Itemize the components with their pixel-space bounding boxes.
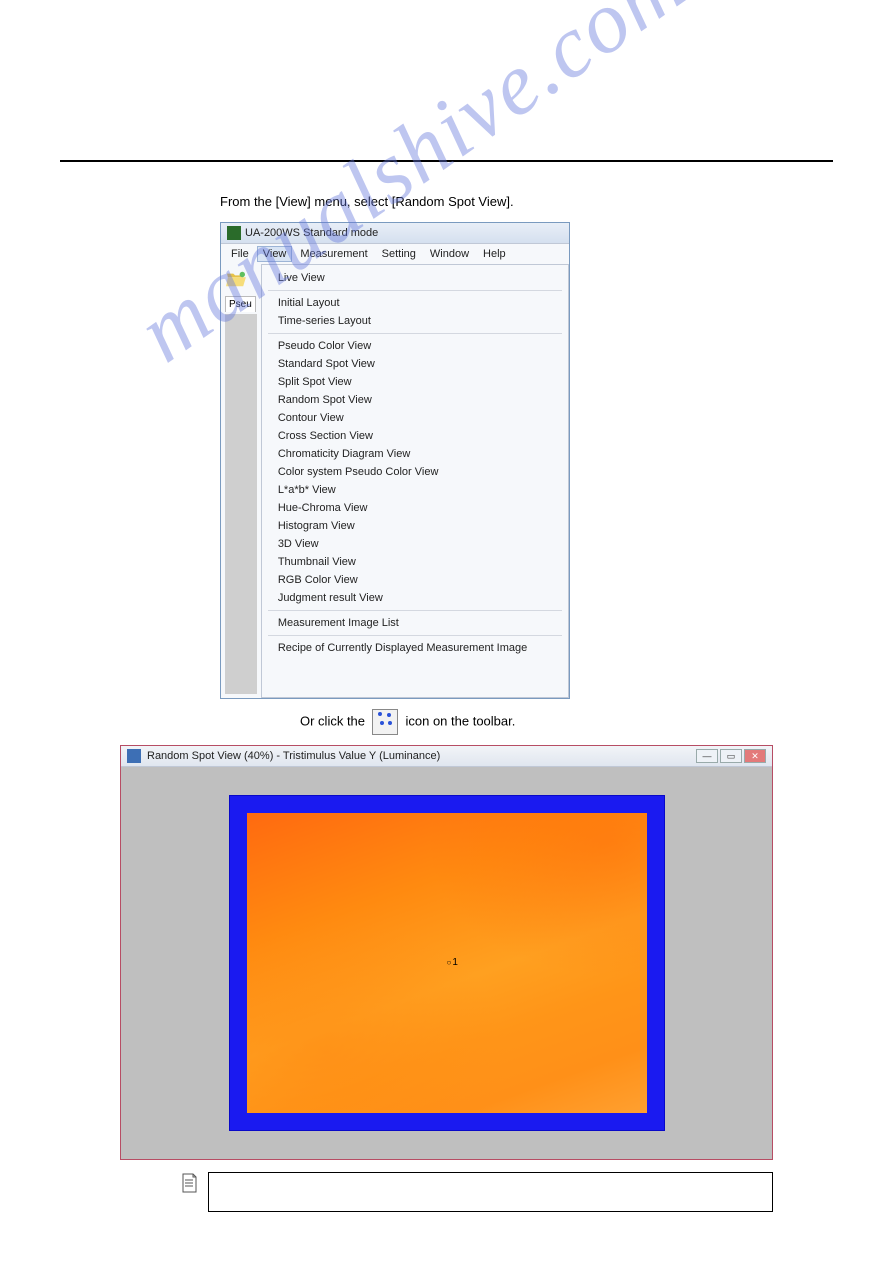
dd-contour-view[interactable]: Contour View xyxy=(262,409,568,427)
dd-standard-spot-view[interactable]: Standard Spot View xyxy=(262,355,568,373)
rsv-image-area[interactable]: 1 xyxy=(247,813,647,1113)
app-icon xyxy=(227,226,241,240)
dd-split-spot-view[interactable]: Split Spot View xyxy=(262,373,568,391)
menu-file[interactable]: File xyxy=(225,246,255,262)
menu-window[interactable]: Window xyxy=(424,246,475,262)
toolbar-text-after: icon on the toolbar. xyxy=(402,713,515,728)
dd-rgb-color-view[interactable]: RGB Color View xyxy=(262,571,568,589)
dd-histogram-view[interactable]: Histogram View xyxy=(262,517,568,535)
rsv-viewport: 1 xyxy=(121,767,772,1159)
rsv-app-icon xyxy=(127,749,141,763)
rsv-window-title: Random Spot View (40%) - Tristimulus Val… xyxy=(147,750,440,762)
rsv-title-bar: Random Spot View (40%) - Tristimulus Val… xyxy=(121,746,772,767)
menu-view[interactable]: View xyxy=(257,246,293,262)
dd-cross-section-view[interactable]: Cross Section View xyxy=(262,427,568,445)
memo-box xyxy=(208,1172,773,1212)
dd-judgment-result-view[interactable]: Judgment result View xyxy=(262,589,568,607)
folder-open-icon[interactable] xyxy=(225,270,247,288)
screenshot-view-menu: UA-200WS Standard mode File View Measure… xyxy=(220,222,833,699)
screenshot-random-spot-view: Random Spot View (40%) - Tristimulus Val… xyxy=(120,745,773,1160)
minimize-button[interactable]: — xyxy=(696,749,718,763)
menu-setting[interactable]: Setting xyxy=(376,246,422,262)
window-title: UA-200WS Standard mode xyxy=(245,227,378,239)
dd-recipe-currently-displayed[interactable]: Recipe of Currently Displayed Measuremen… xyxy=(262,639,568,657)
dd-color-system-pseudo-color-view[interactable]: Color system Pseudo Color View xyxy=(262,463,568,481)
dd-measurement-image-list[interactable]: Measurement Image List xyxy=(262,614,568,632)
menu-measurement[interactable]: Measurement xyxy=(294,246,373,262)
dd-3d-view[interactable]: 3D View xyxy=(262,535,568,553)
spot-marker-1[interactable]: 1 xyxy=(447,957,458,968)
dd-hue-chroma-view[interactable]: Hue-Chroma View xyxy=(262,499,568,517)
close-button[interactable]: ✕ xyxy=(744,749,766,763)
random-spot-toolbar-icon[interactable] xyxy=(372,709,398,735)
toolbar-note: Or click the icon on the toolbar. xyxy=(300,709,833,735)
memo-icon xyxy=(180,1172,198,1194)
dd-thumbnail-view[interactable]: Thumbnail View xyxy=(262,553,568,571)
dd-initial-layout[interactable]: Initial Layout xyxy=(262,294,568,312)
dd-live-view[interactable]: Live View xyxy=(262,269,568,287)
tab-pseudo[interactable]: Pseu xyxy=(225,296,256,312)
rsv-outer-frame: 1 xyxy=(229,795,665,1131)
dd-lab-view[interactable]: L*a*b* View xyxy=(262,481,568,499)
toolbar-text-before: Or click the xyxy=(300,713,369,728)
left-toolbar-strip: Pseu xyxy=(221,264,261,698)
dd-pseudo-color-view[interactable]: Pseudo Color View xyxy=(262,337,568,355)
header-rule xyxy=(60,160,833,162)
dd-random-spot-view[interactable]: Random Spot View xyxy=(262,391,568,409)
menu-help[interactable]: Help xyxy=(477,246,512,262)
dd-time-series-layout[interactable]: Time-series Layout xyxy=(262,312,568,330)
window-title-bar: UA-200WS Standard mode xyxy=(221,223,569,244)
view-dropdown-menu: Live View Initial Layout Time-series Lay… xyxy=(261,264,569,698)
dd-chromaticity-diagram-view[interactable]: Chromaticity Diagram View xyxy=(262,445,568,463)
intro-text: From the [View] menu, select [Random Spo… xyxy=(220,192,833,212)
menu-bar: File View Measurement Setting Window Hel… xyxy=(221,244,569,264)
maximize-button[interactable]: ▭ xyxy=(720,749,742,763)
